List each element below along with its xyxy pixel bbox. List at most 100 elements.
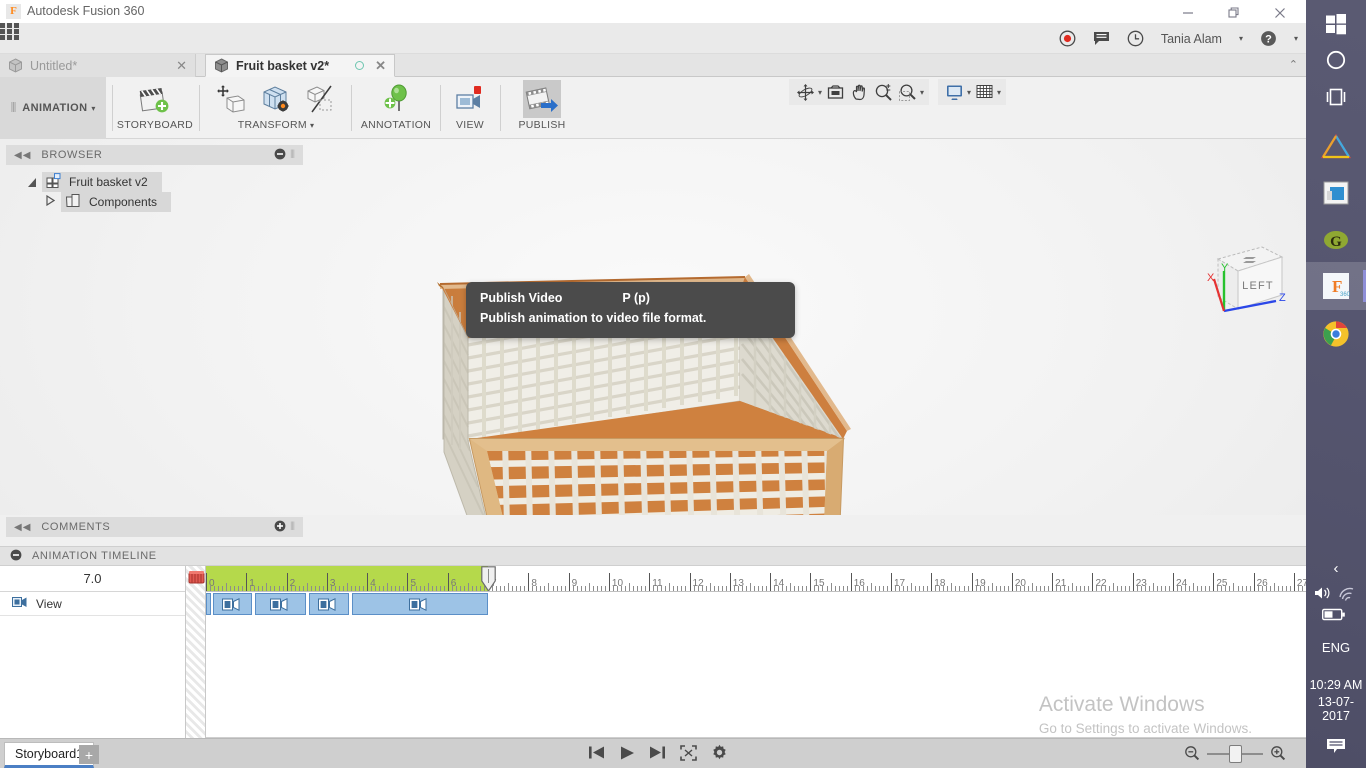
fusion360-window: F Autodesk Fusion 360 Tania Alam ▾ ? ▾ U… — [0, 0, 1306, 768]
collapse-triangle-icon[interactable] — [46, 194, 56, 209]
collapse-icon[interactable]: ◀◀ — [14, 150, 31, 161]
timeline-clip[interactable] — [206, 593, 211, 615]
battery-icon[interactable] — [1321, 608, 1346, 624]
document-tab-label: Fruit basket v2* — [236, 58, 330, 73]
document-tab-fruit-basket[interactable]: Fruit basket v2* ✕ — [205, 54, 395, 77]
zoom-out-icon[interactable] — [1184, 745, 1200, 764]
chevron-up-icon[interactable]: ⌃ — [1289, 58, 1298, 71]
collapse-icon[interactable]: ◀◀ — [14, 522, 31, 533]
animation-timeline: 7.0 View 0 1 2 3 4 5 6 8 9 10 11 12 13 1… — [0, 566, 1306, 738]
keyframe-icon[interactable] — [187, 568, 206, 586]
close-icon[interactable]: ✕ — [176, 58, 187, 74]
tooltip-description: Publish animation to video file format. — [480, 311, 707, 325]
fit-to-screen-icon[interactable] — [680, 744, 697, 764]
document-tab-untitled[interactable]: Untitled* ✕ — [0, 54, 196, 77]
grid-snap-caret-icon[interactable]: ▾ — [997, 88, 1001, 97]
file-explorer-icon[interactable] — [1306, 169, 1366, 217]
playhead[interactable] — [481, 566, 496, 591]
minus-circle-icon[interactable] — [10, 549, 22, 564]
publish-video-icon[interactable] — [523, 80, 561, 118]
current-time-display[interactable]: 7.0 — [0, 566, 185, 592]
screen-root: F Autodesk Fusion 360 Tania Alam ▾ ? ▾ U… — [0, 0, 1366, 768]
tray-expand-chevron-icon[interactable]: ‹ — [1306, 560, 1366, 577]
clock-date[interactable]: 13-07-2017 — [1306, 695, 1366, 723]
comments-panel-header: ◀◀ COMMENTS ⦀ — [6, 517, 303, 537]
expand-triangle-icon[interactable] — [28, 177, 36, 187]
transform-components-icon[interactable] — [213, 80, 251, 118]
maximize-button[interactable] — [1211, 0, 1257, 23]
transform-caret-icon: ▾ — [309, 120, 315, 130]
question-mark-icon[interactable]: ? — [1260, 30, 1277, 47]
timeline-track-row-view[interactable]: View — [0, 592, 185, 616]
language-indicator[interactable]: ENG — [1306, 640, 1366, 655]
orbit-icon[interactable] — [794, 81, 816, 103]
chrome-icon[interactable] — [1306, 310, 1366, 358]
view-cube[interactable]: LEFT Y X Z — [1200, 237, 1296, 325]
grammarly-icon[interactable]: G — [1306, 216, 1366, 264]
clock-time[interactable]: 10:29 AM — [1306, 678, 1366, 692]
animation-timeline-header: ANIMATION TIMELINE — [0, 546, 1306, 566]
add-comment-icon[interactable] — [274, 520, 286, 535]
zoom-in-icon[interactable] — [1270, 745, 1286, 764]
look-at-icon[interactable] — [824, 81, 846, 103]
section-analysis-icon[interactable] — [301, 80, 339, 118]
ribbon-group-view: VIEW — [444, 77, 496, 139]
minimize-button[interactable] — [1165, 0, 1211, 23]
timeline-ruler[interactable]: 0123456789101112131415161718192021222324… — [206, 566, 1306, 592]
timeline-zoom-controls — [1184, 739, 1286, 768]
wifi-icon[interactable] — [1338, 585, 1356, 604]
volume-icon[interactable] — [1314, 585, 1332, 604]
zoom-window-caret-icon[interactable]: ▾ — [920, 88, 924, 97]
user-name-label[interactable]: Tania Alam — [1161, 32, 1222, 46]
panel-grip-icon[interactable]: ⦀ — [290, 521, 295, 534]
settings-gear-icon[interactable] — [711, 744, 728, 764]
speech-bubble-icon[interactable] — [1093, 31, 1110, 46]
view-camera-icon[interactable] — [451, 80, 489, 118]
timeline-track-view[interactable] — [206, 593, 1306, 615]
clock-icon[interactable] — [1127, 30, 1144, 47]
help-caret-icon[interactable]: ▾ — [1294, 34, 1298, 43]
storyboard-clapper-icon[interactable] — [136, 80, 174, 118]
zoom-window-icon[interactable] — [896, 81, 918, 103]
animation-timeline-title: ANIMATION TIMELINE — [32, 550, 157, 562]
pan-hand-icon[interactable] — [848, 81, 870, 103]
restore-home-icon[interactable] — [257, 80, 295, 118]
play-icon[interactable] — [619, 745, 635, 764]
task-view-icon[interactable] — [1306, 73, 1366, 121]
skip-to-end-icon[interactable] — [649, 745, 666, 763]
document-tab-label: Untitled* — [30, 58, 78, 73]
zoom-slider[interactable] — [1207, 745, 1263, 763]
timeline-clip[interactable] — [351, 593, 489, 615]
timeline-clip[interactable] — [213, 593, 253, 615]
ribbon-group-label: TRANSFORM ▾ — [237, 119, 315, 131]
grid-snap-icon[interactable] — [973, 81, 995, 103]
zoom-magnifier-icon[interactable] — [872, 81, 894, 103]
notification-icon[interactable] — [1306, 722, 1366, 768]
fusion360-icon[interactable]: F 360 — [1306, 262, 1366, 310]
autodesk-icon[interactable] — [1306, 123, 1366, 171]
tree-node-fruit-basket[interactable]: Fruit basket v2 — [6, 172, 303, 192]
zoom-slider-handle[interactable] — [1229, 745, 1242, 763]
add-storyboard-button[interactable]: + — [79, 745, 99, 764]
close-button[interactable] — [1257, 0, 1303, 23]
document-tab-bar: Untitled* ✕ Fruit basket v2* ✕ ⌃ — [0, 54, 1306, 77]
orbit-caret-icon[interactable]: ▾ — [818, 88, 822, 97]
quick-access-right-group: Tania Alam ▾ ? ▾ — [1059, 23, 1298, 54]
publish-video-tooltip: Publish Video P (p) Publish animation to… — [466, 282, 795, 338]
minus-circle-icon[interactable] — [274, 148, 286, 163]
workspace-selector[interactable]: ⦀ ANIMATION ▾ — [0, 77, 106, 139]
saving-indicator-icon — [355, 61, 365, 70]
user-menu-caret-icon[interactable]: ▾ — [1239, 34, 1243, 43]
timeline-clip[interactable] — [308, 593, 350, 615]
timeline-clip[interactable] — [255, 593, 306, 615]
app-grid-icon[interactable] — [0, 23, 22, 41]
record-dot-icon[interactable] — [1059, 30, 1076, 47]
panel-grip-icon[interactable]: ⦀ — [290, 149, 295, 162]
annotation-pin-icon[interactable] — [377, 80, 415, 118]
close-icon[interactable]: ✕ — [375, 58, 386, 74]
skip-to-start-icon[interactable] — [588, 745, 605, 763]
display-settings-caret-icon[interactable]: ▾ — [967, 88, 971, 97]
display-settings-icon[interactable] — [943, 81, 965, 103]
tree-node-components[interactable]: Components — [6, 192, 303, 212]
svg-text:Y: Y — [1221, 262, 1229, 274]
